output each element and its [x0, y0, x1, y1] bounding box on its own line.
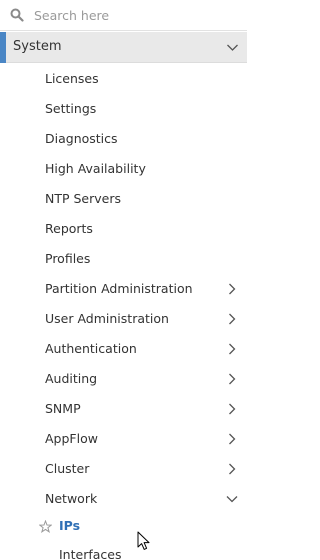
chevron-right-icon[interactable] — [226, 313, 238, 325]
nav-item-authentication[interactable]: Authentication — [0, 334, 247, 364]
chevron-right-icon[interactable] — [226, 343, 238, 355]
nav-item-label: Network — [45, 491, 98, 506]
nav-item-network[interactable]: Network — [0, 484, 247, 514]
nav-item-label: Profiles — [45, 251, 91, 266]
search-input[interactable] — [34, 4, 234, 26]
nav-item-reports[interactable]: Reports — [0, 214, 247, 244]
nav-item-ntp-servers[interactable]: NTP Servers — [0, 184, 247, 214]
nav-item-label: High Availability — [45, 161, 146, 176]
nav-item-label: Diagnostics — [45, 131, 118, 146]
nav-item-label: Settings — [45, 101, 97, 116]
chevron-right-icon[interactable] — [226, 463, 238, 475]
nav-item-label: Licenses — [45, 71, 99, 86]
nav-item-settings[interactable]: Settings — [0, 94, 247, 124]
nav-section-system[interactable]: System — [0, 32, 247, 63]
section-label: System — [13, 39, 62, 54]
mouse-cursor-icon — [137, 531, 150, 550]
chevron-right-icon[interactable] — [226, 373, 238, 385]
nav-item-label: Auditing — [45, 371, 98, 386]
nav-item-label: AppFlow — [45, 431, 98, 446]
nav-item-snmp[interactable]: SNMP — [0, 394, 247, 424]
nav-item-appflow[interactable]: AppFlow — [0, 424, 247, 454]
nav-item-label: SNMP — [45, 401, 81, 416]
star-icon[interactable] — [39, 520, 52, 533]
nav-item-auditing[interactable]: Auditing — [0, 364, 247, 394]
chevron-right-icon[interactable] — [226, 403, 238, 415]
nav-item-label: Cluster — [45, 461, 90, 476]
nav-subitem-ips[interactable]: IPs — [0, 512, 247, 540]
nav-item-profiles[interactable]: Profiles — [0, 244, 247, 274]
chevron-down-icon[interactable] — [226, 493, 238, 505]
nav-item-label: Reports — [45, 221, 93, 236]
nav-item-user-administration[interactable]: User Administration — [0, 304, 247, 334]
nav-item-label: Partition Administration — [45, 281, 193, 296]
nav-item-label: User Administration — [45, 311, 169, 326]
chevron-down-icon — [227, 44, 238, 51]
search-icon — [10, 8, 24, 22]
nav-subitem-interfaces[interactable]: Interfaces — [0, 541, 247, 560]
nav-item-licenses[interactable]: Licenses — [0, 64, 247, 94]
section-accent-bar — [0, 32, 6, 63]
search-bar — [0, 0, 247, 31]
nav-item-high-availability[interactable]: High Availability — [0, 154, 247, 184]
nav-item-label: Authentication — [45, 341, 137, 356]
nav-item-partition-administration[interactable]: Partition Administration — [0, 274, 247, 304]
navigation-panel: System Licenses Settings Diagnostics High A… — [0, 0, 247, 560]
chevron-right-icon[interactable] — [226, 283, 238, 295]
nav-item-diagnostics[interactable]: Diagnostics — [0, 124, 247, 154]
nav-item-label: NTP Servers — [45, 191, 122, 206]
nav-subitem-label: IPs — [59, 518, 81, 533]
chevron-right-icon[interactable] — [226, 433, 238, 445]
nav-subitem-label: Interfaces — [59, 547, 122, 560]
nav-item-cluster[interactable]: Cluster — [0, 454, 247, 484]
